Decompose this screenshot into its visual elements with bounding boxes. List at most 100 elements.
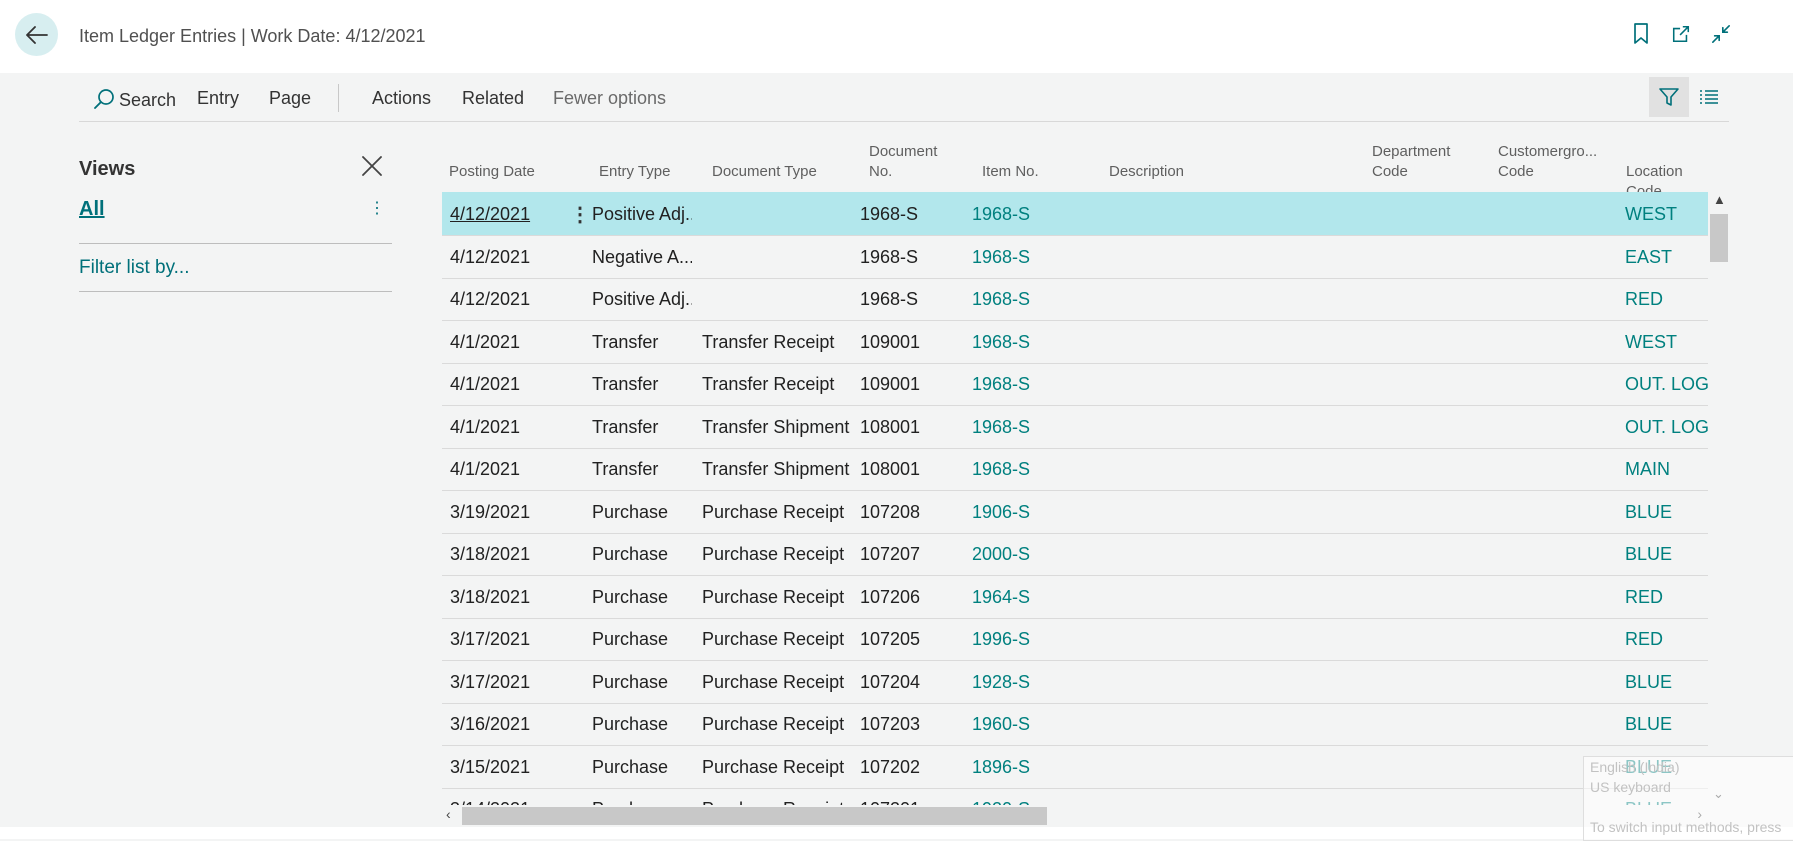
header-document-no[interactable]: Document No. xyxy=(869,142,937,182)
table-row[interactable]: 3/19/2021 Purchase Purchase Receipt 107208 1… xyxy=(442,490,1708,534)
location-code-cell[interactable]: RED xyxy=(1625,587,1708,608)
location-code-cell[interactable]: RED xyxy=(1625,629,1708,650)
posting-date-cell[interactable]: 4/1/2021 xyxy=(450,459,520,480)
view-all-menu[interactable]: ⋮ xyxy=(369,198,385,218)
table-row[interactable]: 4/1/2021 Transfer Transfer Shipment 108001 1… xyxy=(442,405,1708,449)
table-row[interactable]: 4/12/2021 Positive Adj... 1968-S 1968-S RED xyxy=(442,277,1708,321)
collapse-icon[interactable] xyxy=(1711,22,1731,46)
filter-pane-toggle[interactable] xyxy=(1649,77,1689,117)
entry-menu[interactable]: Entry xyxy=(197,88,239,109)
document-type-cell: Purchase Receipt xyxy=(702,714,845,734)
open-in-new-window-icon[interactable] xyxy=(1671,22,1691,46)
item-no-cell[interactable]: 1968-S xyxy=(972,289,1030,310)
bottom-strip xyxy=(0,827,1793,839)
header-item-no[interactable]: Item No. xyxy=(982,162,1039,182)
header-posting-date[interactable]: Posting Date xyxy=(449,162,535,182)
item-no-cell[interactable]: 1928-S xyxy=(972,672,1030,693)
location-code-cell[interactable]: BLUE xyxy=(1625,714,1708,735)
search-action[interactable]: Search xyxy=(93,88,176,111)
location-code-cell[interactable]: OUT. LOG. xyxy=(1625,374,1708,395)
actions-menu[interactable]: Actions xyxy=(372,88,431,109)
header-entry-type[interactable]: Entry Type xyxy=(599,162,670,182)
table-row[interactable]: 3/15/2021 Purchase Purchase Receipt 107202 1… xyxy=(442,745,1708,789)
item-no-cell[interactable]: 1968-S xyxy=(972,417,1030,438)
item-no-cell[interactable]: 1960-S xyxy=(972,714,1030,735)
posting-date-cell[interactable]: 3/15/2021 xyxy=(450,757,530,778)
item-no-cell[interactable]: 1996-S xyxy=(972,629,1030,650)
page-menu[interactable]: Page xyxy=(269,88,311,109)
item-no-cell[interactable]: 2000-S xyxy=(972,544,1030,565)
posting-date-cell[interactable]: 4/12/2021 xyxy=(450,204,530,225)
item-no-cell[interactable]: 1964-S xyxy=(972,587,1030,608)
table-row[interactable]: 4/1/2021 Transfer Transfer Receipt 109001 19… xyxy=(442,320,1708,364)
item-no-cell[interactable]: 1968-S xyxy=(972,247,1030,268)
item-no-cell[interactable]: 1968-S xyxy=(972,204,1030,225)
related-menu[interactable]: Related xyxy=(462,88,524,109)
item-no-cell[interactable]: 1968-S xyxy=(972,332,1030,353)
item-no-cell[interactable]: 1896-S xyxy=(972,757,1030,778)
bookmark-icon[interactable] xyxy=(1631,22,1651,46)
entry-type-cell: Purchase xyxy=(592,544,669,564)
document-no-cell: 107208 xyxy=(860,501,921,522)
document-type-cell: Purchase Receipt xyxy=(702,586,845,607)
row-actions-menu[interactable]: ⋮ xyxy=(570,202,590,227)
table-row[interactable]: 4/1/2021 Transfer Transfer Shipment 108001 1… xyxy=(442,447,1708,491)
fewer-options-button[interactable]: Fewer options xyxy=(553,88,666,109)
entry-type-cell: Transfer xyxy=(592,374,659,394)
posting-date-cell[interactable]: 4/12/2021 xyxy=(450,289,530,310)
table-row[interactable]: 4/12/2021 Positive Adj... 1968-S 1968-S WEST… xyxy=(442,192,1708,236)
posting-date-cell[interactable]: 3/18/2021 xyxy=(450,544,530,565)
location-code-cell[interactable]: BLUE xyxy=(1625,544,1708,565)
table-row[interactable]: 4/1/2021 Transfer Transfer Receipt 109001 19… xyxy=(442,362,1708,406)
vertical-scroll-thumb[interactable] xyxy=(1710,214,1728,262)
vertical-scrollbar[interactable]: ▲ ⌄ xyxy=(1708,192,1728,805)
view-toggles xyxy=(1649,77,1729,117)
document-type-cell: Transfer Receipt xyxy=(702,374,835,394)
header-department-code[interactable]: Department Code xyxy=(1372,142,1450,182)
posting-date-cell[interactable]: 3/18/2021 xyxy=(450,587,530,608)
location-code-cell[interactable]: MAIN xyxy=(1625,459,1708,480)
document-type-cell: Transfer Shipment xyxy=(702,459,850,479)
scroll-left-icon[interactable]: ‹ xyxy=(446,806,451,822)
table-row[interactable]: 3/18/2021 Purchase Purchase Receipt 107206 1… xyxy=(442,575,1708,619)
location-code-cell[interactable]: EAST xyxy=(1625,247,1708,268)
posting-date-cell[interactable]: 4/12/2021 xyxy=(450,247,530,268)
header-document-type[interactable]: Document Type xyxy=(712,162,817,182)
posting-date-cell[interactable]: 4/1/2021 xyxy=(450,332,520,353)
location-code-cell[interactable]: BLUE xyxy=(1625,502,1708,523)
header-customergroup-code[interactable]: Customergro... Code xyxy=(1498,142,1597,182)
header-description[interactable]: Description xyxy=(1109,162,1184,182)
posting-date-cell[interactable]: 4/1/2021 xyxy=(450,417,520,438)
location-code-cell[interactable]: RED xyxy=(1625,289,1708,310)
posting-date-cell[interactable]: 3/19/2021 xyxy=(450,502,530,523)
close-views-button[interactable] xyxy=(358,152,388,182)
location-code-cell[interactable]: WEST xyxy=(1625,332,1708,353)
location-code-cell[interactable]: BLUE xyxy=(1625,672,1708,693)
back-button[interactable] xyxy=(15,13,58,56)
posting-date-cell[interactable]: 3/16/2021 xyxy=(450,714,530,735)
list-view-toggle[interactable] xyxy=(1689,77,1729,117)
scroll-up-icon[interactable]: ▲ xyxy=(1713,192,1726,207)
item-no-cell[interactable]: 1906-S xyxy=(972,502,1030,523)
table-row[interactable]: 3/16/2021 Purchase Purchase Receipt 107203 1… xyxy=(442,702,1708,746)
filter-list-by-link[interactable]: Filter list by... xyxy=(79,257,190,279)
posting-date-cell[interactable]: 3/17/2021 xyxy=(450,629,530,650)
document-type-cell: Transfer Shipment xyxy=(702,416,850,437)
table-row[interactable]: 4/12/2021 Negative A... 1968-S 1968-S EAST xyxy=(442,235,1708,279)
table-row[interactable]: 3/17/2021 Purchase Purchase Receipt 107204 1… xyxy=(442,660,1708,704)
list-view-icon xyxy=(1700,90,1718,104)
item-no-cell[interactable]: 1968-S xyxy=(972,459,1030,480)
table-row[interactable]: 3/18/2021 Purchase Purchase Receipt 107207 2… xyxy=(442,532,1708,576)
search-label: Search xyxy=(119,90,177,110)
horizontal-scroll-thumb[interactable] xyxy=(462,807,1047,825)
page-title: Item Ledger Entries | Work Date: 4/12/20… xyxy=(79,26,426,46)
horizontal-scrollbar[interactable]: ‹ › xyxy=(442,805,1708,827)
location-code-cell[interactable]: OUT. LOG. xyxy=(1625,417,1708,438)
posting-date-cell[interactable]: 3/17/2021 xyxy=(450,672,530,693)
table-row[interactable]: 3/17/2021 Purchase Purchase Receipt 107205 1… xyxy=(442,617,1708,661)
view-all-link[interactable]: All xyxy=(79,198,105,221)
posting-date-cell[interactable]: 4/1/2021 xyxy=(450,374,520,395)
item-no-cell[interactable]: 1968-S xyxy=(972,374,1030,395)
location-code-cell[interactable]: WEST xyxy=(1625,204,1708,225)
table-row[interactable]: 3/14/2021PurchasePurchase Receipt1072011… xyxy=(442,787,1708,805)
